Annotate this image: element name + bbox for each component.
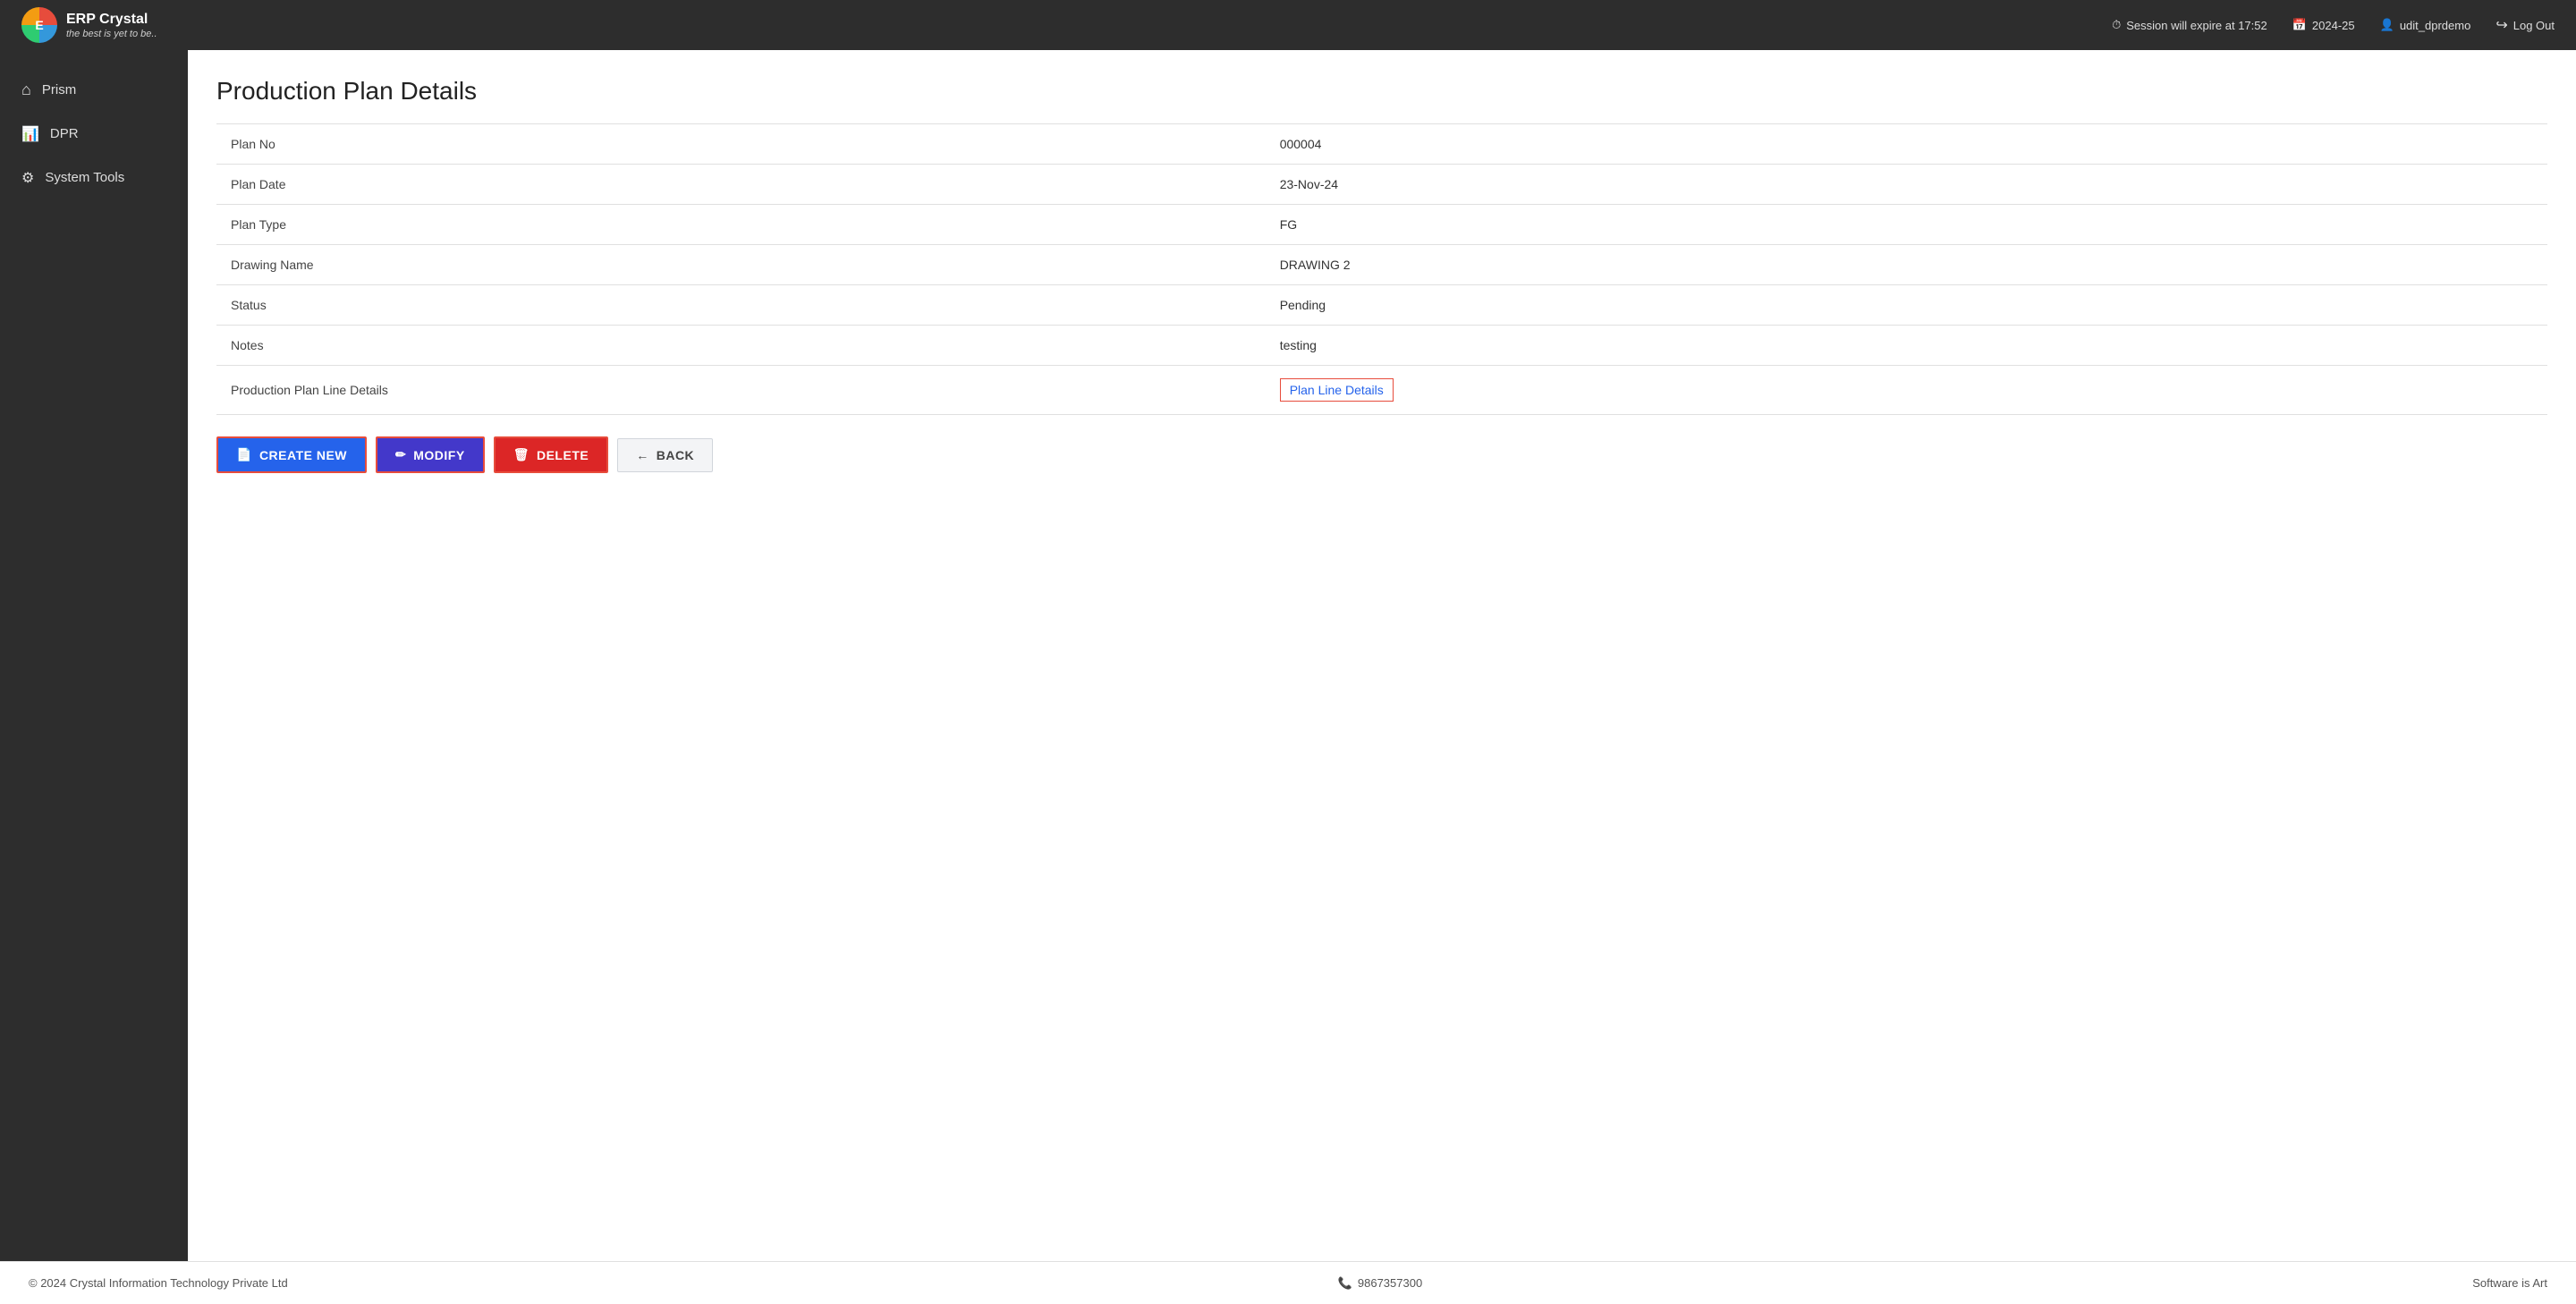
back-button[interactable]: BACK: [617, 438, 713, 472]
field-label: Plan Type: [216, 205, 1266, 245]
sidebar-item-system-tools[interactable]: System Tools: [0, 156, 188, 199]
main-layout: Prism DPR System Tools Production Plan D…: [0, 50, 2576, 1261]
logo-icon: E: [21, 7, 57, 43]
field-value: 000004: [1266, 124, 2547, 165]
table-row: Production Plan Line Details Plan Line De…: [216, 366, 2547, 415]
header: E ERP Crystal the best is yet to be.. Se…: [0, 0, 2576, 50]
field-label: Production Plan Line Details: [216, 366, 1266, 415]
table-row: Notestesting: [216, 326, 2547, 366]
logo-subtitle: the best is yet to be..: [66, 29, 157, 39]
logout-button[interactable]: Log Out: [2496, 16, 2555, 34]
clock-icon: [2112, 18, 2121, 32]
user-icon: [2380, 18, 2394, 32]
footer-phone: 9867357300: [1338, 1276, 1423, 1291]
field-value: Pending: [1266, 285, 2547, 326]
page-title: Production Plan Details: [216, 77, 2547, 106]
header-info: Session will expire at 17:52 2024-25 udi…: [2112, 16, 2555, 34]
delete-label: DELETE: [537, 448, 589, 462]
logout-icon: [2496, 16, 2507, 34]
table-row: Plan Date23-Nov-24: [216, 165, 2547, 205]
year-label: 2024-25: [2312, 19, 2355, 32]
year-info: 2024-25: [2292, 18, 2355, 32]
table-row: Plan TypeFG: [216, 205, 2547, 245]
plan-line-details-link[interactable]: Plan Line Details: [1280, 378, 1394, 402]
footer-phone-number: 9867357300: [1358, 1276, 1422, 1290]
field-value: FG: [1266, 205, 2547, 245]
table-row: StatusPending: [216, 285, 2547, 326]
field-value: 23-Nov-24: [1266, 165, 2547, 205]
field-label: Notes: [216, 326, 1266, 366]
modify-label: MODIFY: [413, 448, 464, 462]
footer-tagline: Software is Art: [2472, 1276, 2547, 1290]
modify-button[interactable]: MODIFY: [376, 436, 485, 473]
delete-button[interactable]: DELETE: [494, 436, 609, 473]
main-content: Production Plan Details Plan No000004Pla…: [188, 50, 2576, 1261]
field-label: Plan No: [216, 124, 1266, 165]
logo-text: ERP Crystal the best is yet to be..: [66, 11, 157, 38]
modify-icon: [395, 447, 406, 462]
back-label: BACK: [657, 448, 694, 462]
phone-icon: [1338, 1276, 1352, 1291]
bar-icon: [21, 124, 39, 143]
logo: E ERP Crystal the best is yet to be..: [21, 7, 157, 43]
calendar-icon: [2292, 18, 2307, 32]
sidebar-item-dpr[interactable]: DPR: [0, 112, 188, 156]
user-info: udit_dprdemo: [2380, 18, 2471, 32]
field-label: Drawing Name: [216, 245, 1266, 285]
session-label: Session will expire at 17:52: [2126, 19, 2267, 32]
gear-icon: [21, 168, 34, 187]
field-label: Plan Date: [216, 165, 1266, 205]
create-new-label: CREATE NEW: [259, 448, 347, 462]
table-row: Drawing NameDRAWING 2: [216, 245, 2547, 285]
arrow-left-icon: [636, 448, 649, 462]
footer: © 2024 Crystal Information Technology Pr…: [0, 1261, 2576, 1304]
create-icon: [236, 447, 252, 462]
delete-icon: [513, 447, 530, 462]
table-row: Plan No000004: [216, 124, 2547, 165]
details-table: Plan No000004Plan Date23-Nov-24Plan Type…: [216, 123, 2547, 415]
field-value[interactable]: Plan Line Details: [1266, 366, 2547, 415]
field-label: Status: [216, 285, 1266, 326]
sidebar-label-dpr: DPR: [50, 126, 79, 141]
session-info: Session will expire at 17:52: [2112, 18, 2267, 32]
action-buttons: CREATE NEW MODIFY DELETE BACK: [216, 436, 2547, 473]
logo-title: ERP Crystal: [66, 11, 157, 28]
footer-copyright: © 2024 Crystal Information Technology Pr…: [29, 1276, 288, 1290]
field-value: DRAWING 2: [1266, 245, 2547, 285]
field-value: testing: [1266, 326, 2547, 366]
create-new-button[interactable]: CREATE NEW: [216, 436, 367, 473]
sidebar: Prism DPR System Tools: [0, 50, 188, 1261]
home-icon: [21, 80, 31, 99]
logout-label: Log Out: [2513, 19, 2555, 32]
user-label: udit_dprdemo: [2400, 19, 2471, 32]
sidebar-item-prism[interactable]: Prism: [0, 68, 188, 112]
sidebar-label-prism: Prism: [42, 82, 76, 97]
sidebar-label-system-tools: System Tools: [45, 170, 124, 185]
